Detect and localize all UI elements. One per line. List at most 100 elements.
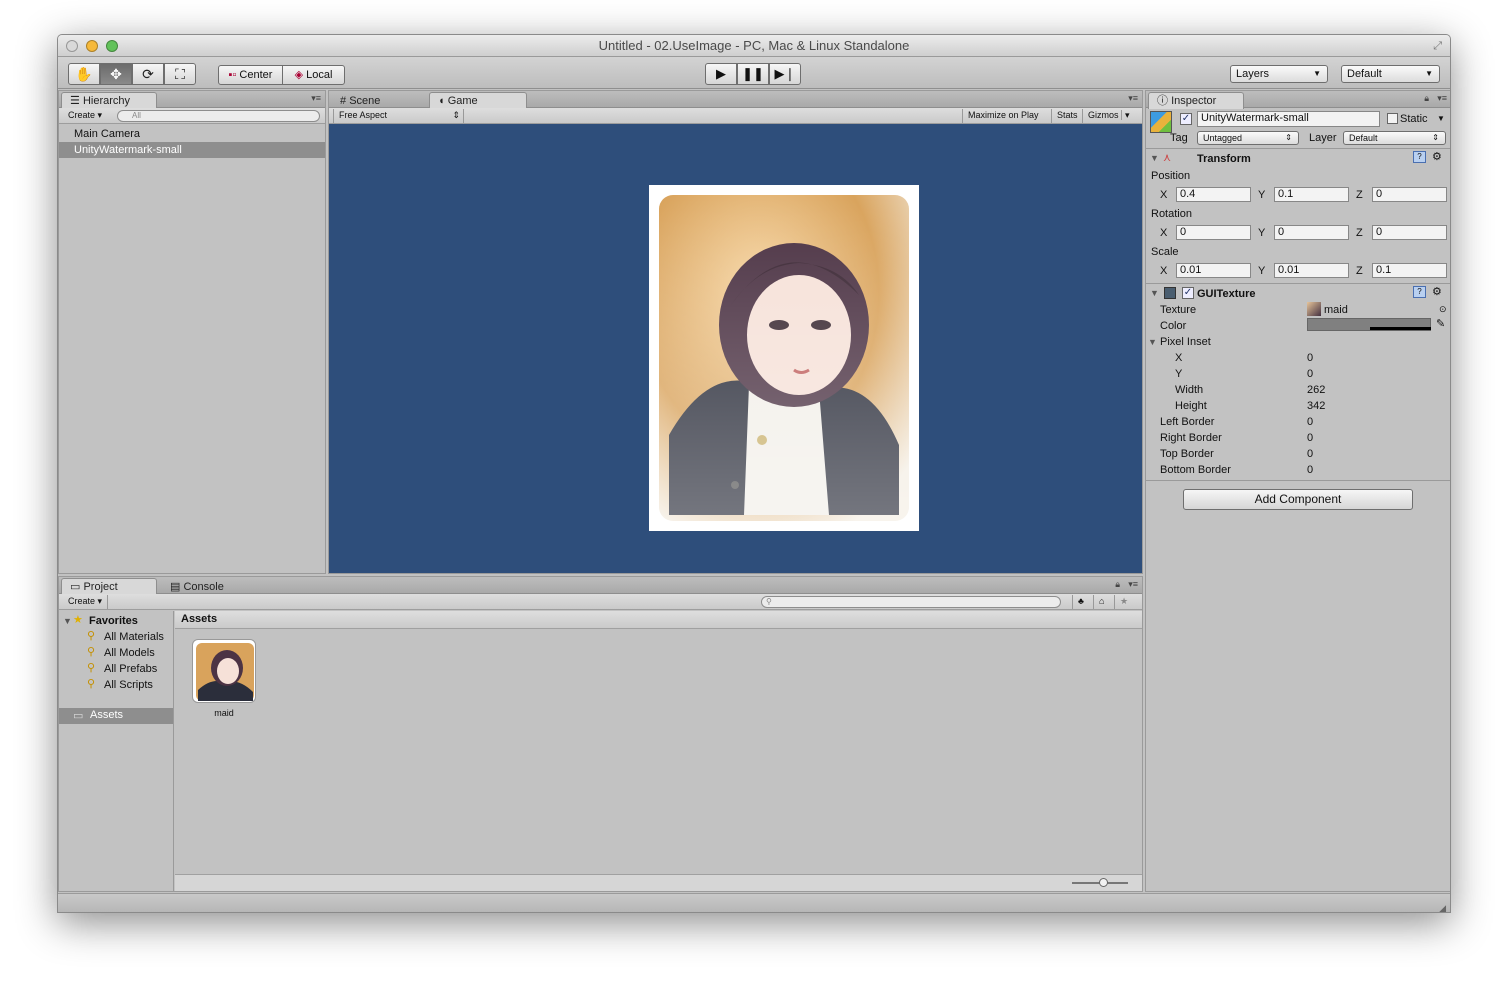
rotation-y-field[interactable]: 0: [1274, 225, 1349, 240]
foldout-arrow-icon[interactable]: ▼: [1150, 286, 1159, 300]
help-icon[interactable]: ?: [1413, 286, 1426, 298]
breadcrumb[interactable]: Assets: [181, 613, 217, 625]
scale-tool-icon[interactable]: ⛶: [164, 63, 196, 85]
step-button-icon[interactable]: ▶❘: [769, 63, 801, 85]
position-label: Position: [1151, 170, 1191, 182]
hierarchy-item-selected[interactable]: UnityWatermark-small: [59, 142, 325, 158]
favorites-label[interactable]: Favorites: [89, 614, 138, 628]
inset-width-label: Width: [1175, 384, 1204, 396]
scale-z-field[interactable]: 0.1: [1372, 263, 1447, 278]
tab-game[interactable]: ◖ Game: [429, 92, 527, 109]
lock-icon[interactable]: 🔒︎: [1115, 579, 1120, 590]
tag-dropdown[interactable]: Untagged ⇕: [1197, 131, 1299, 145]
panel-menu-icon[interactable]: ▾≡: [1128, 579, 1138, 590]
inset-x-value[interactable]: 0: [1307, 351, 1313, 365]
right-border-value[interactable]: 0: [1307, 431, 1313, 445]
eyedropper-icon[interactable]: ✎: [1436, 317, 1445, 331]
zoom-window-icon[interactable]: [106, 40, 118, 52]
scale-y-field[interactable]: 0.01: [1274, 263, 1349, 278]
texture-thumbnail-icon: [1307, 302, 1321, 316]
favorite-item[interactable]: All Scripts: [104, 678, 153, 692]
maid-photo-image: [659, 195, 909, 521]
close-window-icon[interactable]: [66, 40, 78, 52]
layer-dropdown[interactable]: Default ⇕: [1343, 131, 1446, 145]
favorite-star-icon[interactable]: ★: [1114, 595, 1133, 609]
tab-inspector[interactable]: ⓘ Inspector: [1148, 92, 1244, 109]
inset-y-value[interactable]: 0: [1307, 367, 1313, 381]
favorite-item[interactable]: All Materials: [104, 630, 164, 644]
object-picker-icon[interactable]: ⊙: [1439, 302, 1447, 316]
resize-grip-icon[interactable]: ◢: [1439, 903, 1446, 912]
stats-toggle[interactable]: Stats: [1051, 109, 1083, 123]
panel-menu-icon[interactable]: ▾≡: [1128, 93, 1138, 104]
active-checkbox[interactable]: ✓: [1180, 113, 1192, 125]
filter-by-label-icon[interactable]: ⌂: [1093, 595, 1109, 609]
zoom-slider-handle[interactable]: [1099, 878, 1108, 887]
bottom-border-value[interactable]: 0: [1307, 463, 1313, 477]
static-checkbox[interactable]: [1387, 113, 1398, 124]
static-dropdown-icon[interactable]: ▼: [1437, 112, 1445, 126]
position-z-field[interactable]: 0: [1372, 187, 1447, 202]
pivot-center-button[interactable]: ▪▫ Center: [218, 65, 283, 85]
layers-dropdown[interactable]: Layers ▼: [1230, 65, 1328, 83]
aspect-dropdown[interactable]: Free Aspect ⇕: [333, 109, 464, 123]
filter-by-type-icon[interactable]: ♣: [1072, 595, 1089, 609]
favorite-item[interactable]: All Models: [104, 646, 155, 660]
left-border-value[interactable]: 0: [1307, 415, 1313, 429]
layout-dropdown[interactable]: Default ▼: [1341, 65, 1440, 83]
texture-value[interactable]: maid: [1324, 303, 1348, 317]
fullscreen-icon[interactable]: ⤢: [1433, 35, 1442, 57]
asset-thumbnail[interactable]: [192, 639, 256, 703]
gizmos-dropdown[interactable]: Gizmos ▾: [1082, 109, 1135, 123]
asset-label[interactable]: maid: [192, 708, 256, 718]
tab-scene[interactable]: # Scene: [331, 92, 421, 109]
grid-icon: #: [340, 95, 347, 107]
project-search-input[interactable]: ⚲: [761, 596, 1061, 608]
project-tabbar: ▭ Project ▤ Console 🔒︎ ▾≡: [59, 577, 1142, 595]
rotation-x-field[interactable]: 0: [1176, 225, 1251, 240]
assets-folder-row[interactable]: ▭ Assets: [59, 708, 173, 724]
gear-icon[interactable]: ⚙: [1432, 285, 1442, 299]
panel-menu-icon[interactable]: ▾≡: [311, 93, 321, 104]
color-swatch[interactable]: [1307, 318, 1431, 331]
hierarchy-create-button[interactable]: Create ▾: [63, 109, 107, 123]
search-icon: ⚲: [766, 597, 772, 606]
panel-menu-icon[interactable]: ▾≡: [1437, 93, 1447, 104]
position-x-field[interactable]: 0.4: [1176, 187, 1251, 202]
component-enabled-checkbox[interactable]: ✓: [1182, 287, 1194, 299]
inset-width-value[interactable]: 262: [1307, 383, 1325, 397]
hierarchy-item[interactable]: Main Camera: [59, 126, 325, 142]
scale-x-field[interactable]: 0.01: [1176, 263, 1251, 278]
lock-icon[interactable]: 🔒︎: [1424, 93, 1429, 104]
help-icon[interactable]: ?: [1413, 151, 1426, 163]
foldout-arrow-icon[interactable]: ▼: [1148, 335, 1157, 349]
object-name-field[interactable]: UnityWatermark-small: [1197, 111, 1380, 127]
favorite-item[interactable]: All Prefabs: [104, 662, 157, 676]
inset-height-value[interactable]: 342: [1307, 399, 1325, 413]
add-component-button[interactable]: Add Component: [1183, 489, 1413, 510]
hand-tool-icon[interactable]: ✋: [68, 63, 100, 85]
tab-console[interactable]: ▤ Console: [161, 578, 257, 595]
gear-icon[interactable]: ⚙: [1432, 150, 1442, 164]
pacman-icon: ◖: [438, 95, 445, 107]
tab-project[interactable]: ▭ Project: [61, 578, 157, 595]
tab-hierarchy[interactable]: ☰ Hierarchy: [61, 92, 157, 109]
foldout-arrow-icon[interactable]: ▼: [63, 614, 72, 628]
foldout-arrow-icon[interactable]: ▼: [1150, 151, 1159, 165]
hierarchy-search-input[interactable]: All: [117, 110, 320, 122]
pivot-local-button[interactable]: ◈ Local: [282, 65, 345, 85]
move-tool-icon[interactable]: ✥: [100, 63, 132, 85]
axis-x-label: X: [1160, 189, 1168, 201]
rotate-tool-icon[interactable]: ⟳: [132, 63, 164, 85]
position-y-field[interactable]: 0.1: [1274, 187, 1349, 202]
rotation-z-field[interactable]: 0: [1372, 225, 1447, 240]
game-viewport[interactable]: [329, 124, 1142, 573]
minimize-window-icon[interactable]: [86, 40, 98, 52]
inset-height-label: Height: [1175, 400, 1207, 412]
project-create-button[interactable]: Create ▾: [63, 595, 109, 609]
play-button-icon[interactable]: ▶: [705, 63, 737, 85]
maximize-on-play-toggle[interactable]: Maximize on Play: [962, 109, 1044, 123]
top-border-value[interactable]: 0: [1307, 447, 1313, 461]
pause-button-icon[interactable]: ❚❚: [737, 63, 769, 85]
console-tab-label: Console: [183, 581, 224, 593]
